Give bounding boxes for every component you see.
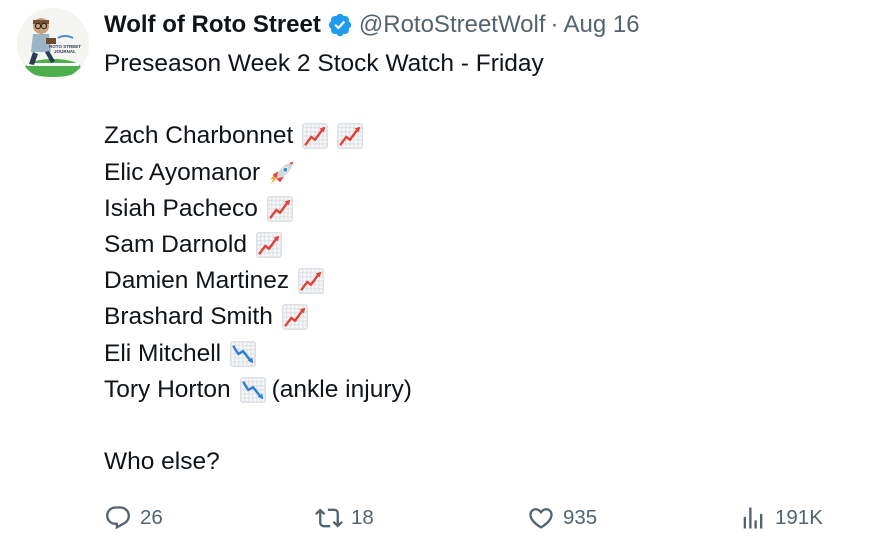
player-line: Eli Mitchell [104, 336, 860, 372]
player-name: Elic Ayomanor [104, 158, 261, 186]
tweet-date[interactable]: Aug 16 [564, 8, 640, 42]
player-line: Damien Martinez [104, 263, 860, 299]
player-name: Brashard Smith [104, 303, 273, 331]
player-name: Eli Mitchell [104, 339, 222, 367]
avatar-logo-image: ROTO STREET JOURNAL [17, 8, 89, 80]
svg-text:JOURNAL: JOURNAL [54, 49, 76, 54]
verified-badge-icon[interactable] [327, 12, 353, 38]
chart-increasing-icon [280, 302, 310, 332]
player-note: (ankle injury) [271, 375, 412, 403]
views-count: 191K [775, 506, 823, 529]
chart-increasing-icon [335, 121, 365, 151]
heart-icon [529, 508, 553, 529]
tweet: ROTO STREET JOURNAL Wolf of Roto Street … [0, 0, 880, 554]
author-handle[interactable]: @RotoStreetWolf [359, 8, 546, 42]
views-icon [743, 507, 763, 529]
rocket-icon [267, 158, 297, 188]
chart-decreasing-icon [238, 375, 268, 405]
chart-decreasing-icon [228, 339, 258, 369]
player-line: Tory Horton (ankle injury) [104, 372, 860, 408]
retweet-icon [315, 508, 343, 528]
header-separator: · [550, 11, 559, 38]
player-line: Zach Charbonnet [104, 118, 860, 154]
player-line: Isiah Pacheco [104, 191, 860, 227]
player-name: Zach Charbonnet [104, 122, 294, 150]
chart-increasing-icon [254, 230, 284, 260]
chart-increasing-icon [300, 121, 330, 151]
player-name: Damien Martinez [104, 267, 290, 295]
author-name[interactable]: Wolf of Roto Street [104, 8, 321, 42]
chart-increasing-icon [265, 194, 295, 224]
player-list: Zach Charbonnet Elic Ayomanor Isiah Pachec… [104, 118, 860, 408]
player-line: Sam Darnold [104, 227, 860, 263]
chart-increasing-icon [296, 266, 326, 296]
player-name: Tory Horton [104, 375, 231, 403]
player-line: Brashard Smith [104, 299, 860, 335]
retweet-button[interactable]: 18 [315, 500, 374, 536]
tweet-closing: Who else? [104, 448, 220, 476]
reply-button[interactable]: 26 [104, 500, 163, 536]
views-button[interactable]: 191K [739, 500, 823, 536]
action-bar: 26 18 935 191K [0, 500, 880, 536]
reply-count: 26 [140, 506, 163, 529]
tweet-header: Wolf of Roto Street @RotoStreetWolf · Au… [104, 8, 640, 42]
avatar[interactable]: ROTO STREET JOURNAL [17, 8, 89, 80]
like-button[interactable]: 935 [527, 500, 597, 536]
retweet-count: 18 [351, 506, 374, 529]
like-count: 935 [563, 506, 598, 529]
player-name: Sam Darnold [104, 230, 247, 258]
tweet-text: Preseason Week 2 Stock Watch - Friday Za… [104, 46, 860, 480]
tweet-title: Preseason Week 2 Stock Watch - Friday [104, 50, 544, 77]
player-name: Isiah Pacheco [104, 194, 258, 222]
player-line: Elic Ayomanor [104, 155, 860, 191]
reply-icon [106, 506, 130, 530]
